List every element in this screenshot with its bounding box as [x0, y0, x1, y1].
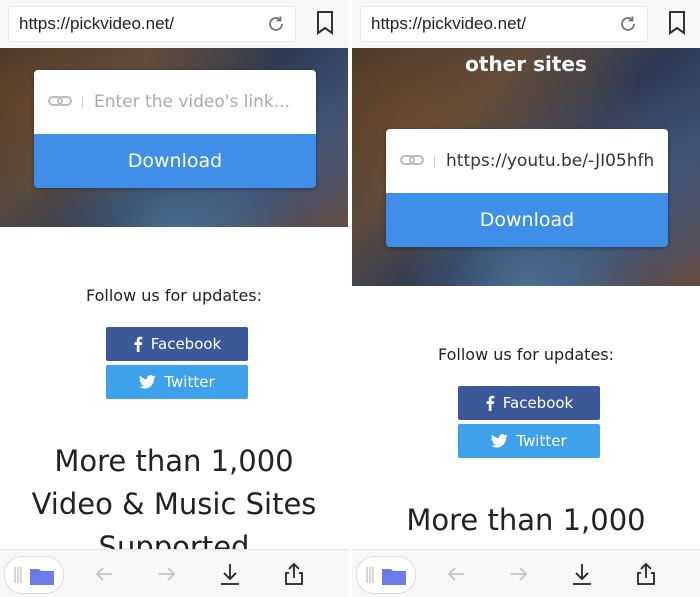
follow-text: Follow us for updates:	[85, 286, 263, 305]
url-text: https://pickvideo.net/	[371, 14, 526, 33]
url-field[interactable]: https://pickvideo.net/	[360, 6, 648, 42]
address-bar: https://pickvideo.net/	[0, 0, 348, 48]
share-icon[interactable]	[634, 562, 658, 586]
hero-banner: Download	[0, 48, 348, 227]
twitter-icon	[139, 375, 156, 389]
arrow-left-icon[interactable]	[444, 562, 468, 586]
download-card: Download	[386, 129, 668, 247]
address-bar: https://pickvideo.net/	[352, 0, 700, 48]
twitter-label: Twitter	[516, 432, 567, 450]
url-text: https://pickvideo.net/	[19, 14, 174, 33]
facebook-icon	[134, 336, 143, 352]
twitter-button[interactable]: Twitter	[106, 365, 248, 399]
download-button[interactable]: Download	[34, 134, 316, 188]
folder-icon	[30, 569, 54, 585]
input-separator	[434, 155, 435, 167]
facebook-label: Facebook	[502, 394, 574, 412]
video-link-input[interactable]	[94, 88, 304, 116]
browser-screen-left: https://pickvideo.net/ Enter the video's…	[0, 0, 348, 597]
input-separator	[82, 96, 83, 108]
video-link-input[interactable]	[446, 147, 656, 175]
tabs-button[interactable]	[356, 556, 416, 594]
heading-line: Video & Music Sites	[31, 487, 317, 521]
browser-screen-right: https://pickvideo.net/ other sites https…	[352, 0, 700, 597]
heading-line: More than 1,000	[406, 503, 646, 537]
arrow-right-icon[interactable]	[155, 562, 179, 586]
screenshot-pair: https://pickvideo.net/ Enter the video's…	[0, 0, 700, 597]
facebook-label: Facebook	[150, 335, 222, 353]
arrow-right-icon[interactable]	[507, 562, 531, 586]
link-icon	[48, 96, 72, 106]
arrow-left-icon[interactable]	[92, 562, 116, 586]
bottom-toolbar	[0, 549, 348, 597]
facebook-button[interactable]: Facebook	[458, 386, 600, 420]
hero-title: other sites	[465, 52, 587, 76]
facebook-icon	[486, 395, 495, 411]
twitter-label: Twitter	[164, 373, 215, 391]
facebook-button[interactable]: Facebook	[106, 327, 248, 361]
download-card: Download	[34, 70, 316, 188]
reload-icon[interactable]	[617, 13, 639, 35]
download-button[interactable]: Download	[386, 193, 668, 247]
tab-grip-icon	[366, 567, 374, 583]
download-icon[interactable]	[570, 562, 594, 586]
bottom-toolbar	[352, 549, 700, 597]
link-icon	[400, 155, 424, 165]
follow-text: Follow us for updates:	[437, 345, 615, 364]
link-input-row	[34, 70, 316, 134]
download-icon[interactable]	[218, 562, 242, 586]
url-field[interactable]: https://pickvideo.net/	[8, 6, 296, 42]
tabs-button[interactable]	[4, 556, 64, 594]
tab-grip-icon	[14, 567, 22, 583]
twitter-button[interactable]: Twitter	[458, 424, 600, 458]
bookmark-icon[interactable]	[314, 10, 336, 36]
share-icon[interactable]	[282, 562, 306, 586]
link-input-row	[386, 129, 668, 193]
sites-supported-heading: More than 1,000	[352, 499, 700, 542]
reload-icon[interactable]	[265, 13, 287, 35]
hero-banner: other sites Download	[352, 48, 700, 286]
bookmark-icon[interactable]	[666, 10, 688, 36]
heading-line: More than 1,000	[54, 444, 294, 478]
folder-icon	[382, 569, 406, 585]
twitter-icon	[491, 434, 508, 448]
